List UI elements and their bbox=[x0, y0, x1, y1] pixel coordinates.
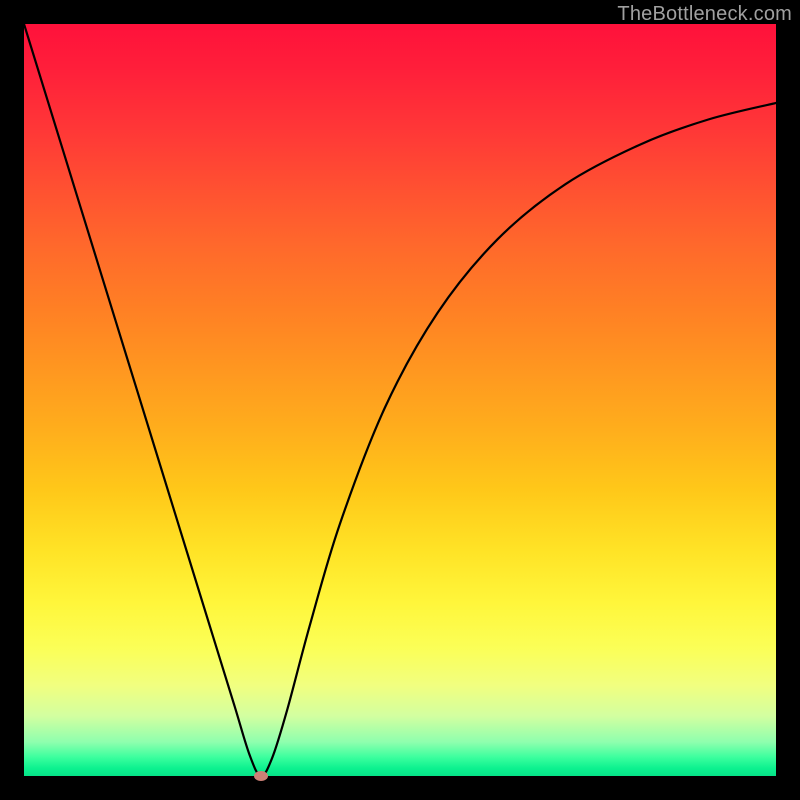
optimal-marker bbox=[254, 771, 268, 781]
chart-frame: TheBottleneck.com bbox=[0, 0, 800, 800]
plot-area bbox=[24, 24, 776, 776]
watermark-text: TheBottleneck.com bbox=[617, 3, 792, 26]
bottleneck-curve bbox=[24, 24, 776, 776]
curve-path bbox=[24, 24, 776, 776]
